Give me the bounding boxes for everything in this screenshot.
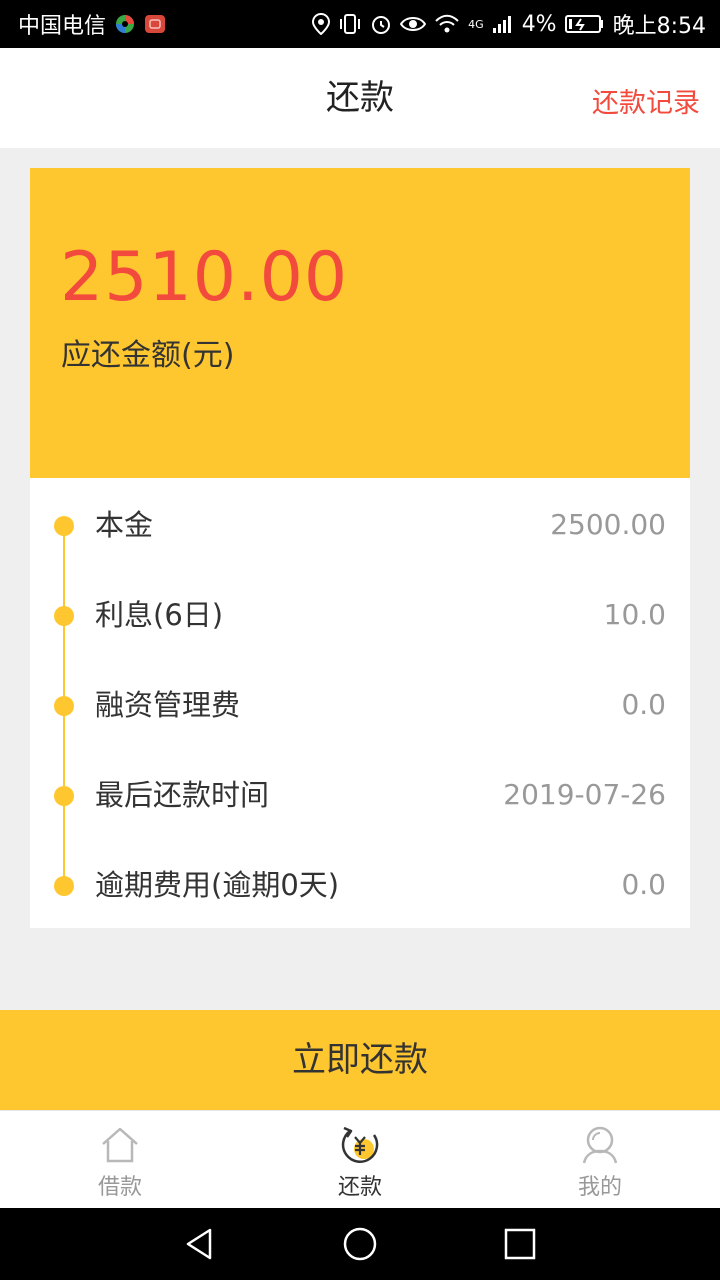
nav-label: 借款 (97, 1175, 142, 1200)
detail-label: 利息(6日) (95, 598, 224, 632)
timeline-dot (54, 786, 74, 806)
battery-charging-icon (564, 14, 605, 34)
location-icon (312, 13, 331, 35)
timeline-dot (54, 876, 74, 896)
system-nav-bar (0, 1208, 720, 1280)
detail-value: 0.0 (621, 868, 666, 901)
nav-item-borrow[interactable]: 借款 (0, 1111, 240, 1209)
detail-label: 本金 (95, 508, 154, 542)
signal-icon (492, 14, 514, 34)
timeline-dot (54, 696, 74, 716)
status-left: 中国电信 (18, 8, 166, 40)
vibrate-icon (338, 13, 362, 35)
detail-row-management-fee: 融资管理费 0.0 (30, 660, 690, 750)
message-notification-icon (144, 13, 166, 35)
repayment-details-card: 本金 2500.00 利息(6日) 10.0 融资管理费 0.0 最后还款时间 … (30, 478, 690, 928)
amount-due-value: 2510.00 (60, 238, 349, 317)
bottom-nav: 借款 还款 我的 (0, 1110, 720, 1208)
back-icon[interactable] (182, 1226, 218, 1262)
repay-now-button[interactable]: 立即还款 (0, 1010, 720, 1110)
detail-label: 逾期费用(逾期0天) (95, 868, 340, 902)
detail-row-interest: 利息(6日) 10.0 (30, 570, 690, 660)
recent-apps-icon[interactable] (502, 1226, 538, 1262)
home-icon (102, 1127, 138, 1163)
detail-label: 融资管理费 (95, 688, 241, 722)
detail-row-due-date: 最后还款时间 2019-07-26 (30, 750, 690, 840)
eye-icon (400, 14, 427, 34)
detail-label: 最后还款时间 (95, 778, 270, 812)
header: 还款 还款记录 (0, 48, 720, 148)
clock-time: 晚上8:54 (612, 14, 706, 39)
user-icon (582, 1126, 618, 1164)
detail-value: 0.0 (621, 688, 666, 721)
detail-row-overdue-fee: 逾期费用(逾期0天) 0.0 (30, 840, 690, 930)
nav-label: 我的 (577, 1175, 622, 1200)
status-bar: 中国电信 4G 4% 晚上8:54 (0, 0, 720, 48)
repay-icon (341, 1126, 379, 1163)
wifi-icon (434, 14, 460, 34)
timeline-dot (54, 606, 74, 626)
detail-value: 2019-07-26 (503, 778, 666, 811)
nav-item-mine[interactable]: 我的 (480, 1111, 720, 1209)
amount-due-label: 应还金额(元) (61, 338, 235, 373)
carrier-name: 中国电信 (18, 14, 107, 39)
repayment-history-link[interactable]: 还款记录 (592, 48, 700, 148)
timeline-dot (54, 516, 74, 536)
network-type: 4G (468, 17, 484, 31)
nav-item-repay[interactable]: 还款 (240, 1111, 480, 1209)
detail-value: 10.0 (603, 598, 666, 631)
amount-summary-card: 2510.00 应还金额(元) (30, 168, 690, 478)
nav-label: 还款 (337, 1175, 382, 1200)
detail-row-principal: 本金 2500.00 (30, 480, 690, 570)
alarm-icon (370, 13, 392, 35)
status-right: 4G 4% 晚上8:54 (312, 8, 706, 40)
detail-value: 2500.00 (550, 508, 666, 541)
battery-percent: 4% (521, 11, 557, 37)
app-notification-icon (114, 13, 136, 35)
home-button-icon[interactable] (342, 1226, 378, 1262)
